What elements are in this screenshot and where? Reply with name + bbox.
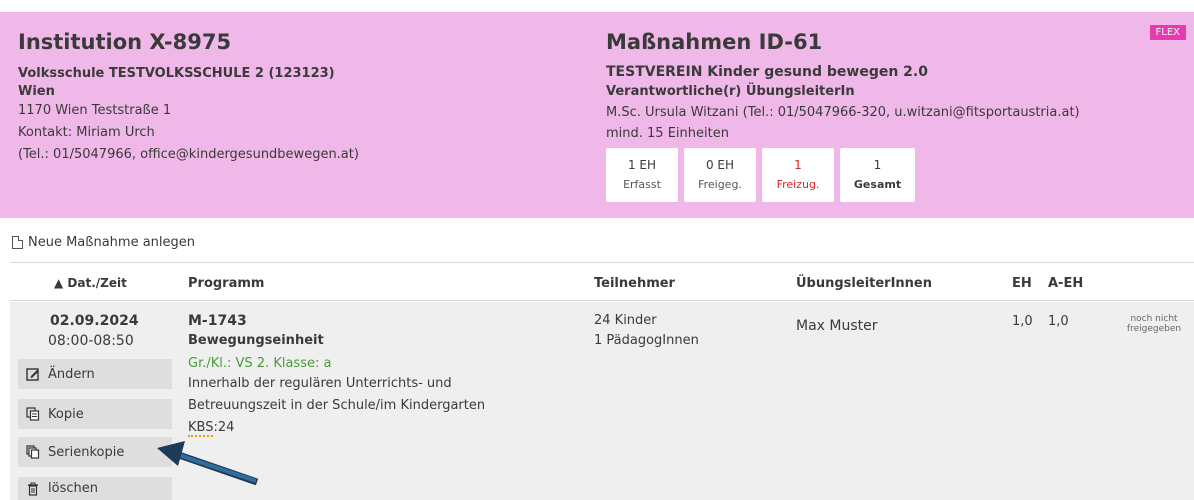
edit-icon	[26, 367, 40, 381]
row-type: Bewegungseinheit	[188, 333, 324, 348]
contact: Kontakt: Miriam Urch	[18, 125, 155, 140]
stat-boxes: 1 EH Erfasst 0 EH Freigeg. 1 Freizug. 1 …	[606, 148, 915, 202]
row-aeh: 1,0	[1048, 314, 1069, 329]
school-name: Volksschule TESTVOLKSSCHULE 2 (123123)	[18, 66, 335, 81]
series-copy-button[interactable]: Serienkopie	[18, 437, 172, 467]
stat-gesamt: 1 Gesamt	[840, 148, 915, 202]
row-description-1: Innerhalb der regulären Unterrichts- und	[188, 376, 452, 391]
stat-value: 0 EH	[705, 158, 735, 172]
flex-badge: FLEX	[1149, 25, 1186, 40]
new-measure-label: Neue Maßnahme anlegen	[28, 235, 196, 250]
address: 1170 Wien Teststraße 1	[18, 103, 172, 118]
row-eh: 1,0	[1012, 314, 1033, 329]
column-header-date[interactable]: ▲ Dat./Zeit	[54, 276, 127, 290]
stat-label: Erfasst	[623, 178, 661, 191]
new-measure-link[interactable]: Neue Maßnahme anlegen	[12, 235, 195, 250]
delete-button[interactable]: löschen	[18, 477, 172, 500]
kbs-value: :24	[213, 420, 235, 435]
stat-label: Gesamt	[853, 178, 902, 191]
stat-value: 1	[873, 158, 882, 172]
row-kbs: KBS:24	[188, 420, 235, 437]
column-header-aeh: A-EH	[1048, 276, 1084, 291]
stat-freizug: 1 Freizug.	[762, 148, 834, 202]
row-description-2: Betreuungszeit in der Schule/im Kinderga…	[188, 398, 486, 413]
table-top-divider	[10, 262, 1194, 263]
row-trainer: Max Muster	[796, 318, 878, 334]
series-copy-label: Serienkopie	[48, 444, 125, 460]
stat-freigegeben: 0 EH Freigeg.	[684, 148, 756, 202]
row-code: M-1743	[188, 313, 247, 329]
responsible-label: Verantwortliche(r) ÜbungsleiterIn	[606, 84, 855, 99]
responsible-person: M.Sc. Ursula Witzani (Tel.: 01/5047966-3…	[606, 105, 1080, 120]
status-line-1: noch nicht	[1130, 314, 1178, 324]
trash-icon	[26, 482, 40, 496]
column-header-trainers: ÜbungsleiterInnen	[796, 276, 933, 291]
row-participants-children: 24 Kinder	[594, 313, 657, 328]
institution-title: Institution X-8975	[18, 30, 232, 54]
kbs-label[interactable]: KBS	[188, 420, 214, 437]
column-header-participants: Teilnehmer	[594, 276, 675, 291]
copy-button[interactable]: Kopie	[18, 399, 172, 429]
document-icon	[12, 236, 23, 249]
edit-button[interactable]: Ändern	[18, 359, 172, 389]
header-panel: Institution X-8975 Volksschule TESTVOLKS…	[0, 12, 1194, 218]
edit-label: Ändern	[48, 366, 95, 382]
column-header-eh: EH	[1012, 276, 1032, 291]
association-name: TESTVEREIN Kinder gesund bewegen 2.0	[606, 64, 928, 80]
contact-details: (Tel.: 01/5047966, office@kindergesundbe…	[18, 147, 359, 162]
delete-label: löschen	[48, 481, 98, 496]
measure-title: Maßnahmen ID-61	[606, 30, 823, 54]
city: Wien	[18, 84, 55, 99]
row-date: 02.09.2024	[50, 313, 139, 329]
row-group: Gr./Kl.: VS 2. Klasse: a	[188, 356, 332, 371]
row-time: 08:00-08:50	[48, 333, 134, 349]
stat-value: 1	[794, 158, 802, 172]
copy-icon	[26, 407, 40, 421]
min-units: mind. 15 Einheiten	[606, 126, 729, 141]
column-header-program: Programm	[188, 276, 265, 291]
row-participants-teachers: 1 PädagogInnen	[594, 333, 699, 348]
stat-label: Freizug.	[776, 178, 820, 191]
stat-label: Freigeg.	[698, 178, 742, 191]
status-line-2: freigegeben	[1126, 324, 1182, 334]
stat-value: 1 EH	[627, 158, 657, 172]
copy-label: Kopie	[48, 406, 84, 422]
row-status: noch nicht freigegeben	[1122, 314, 1186, 334]
stat-erfasst: 1 EH Erfasst	[606, 148, 678, 202]
series-copy-icon	[26, 445, 40, 459]
header-divider	[10, 300, 1194, 301]
